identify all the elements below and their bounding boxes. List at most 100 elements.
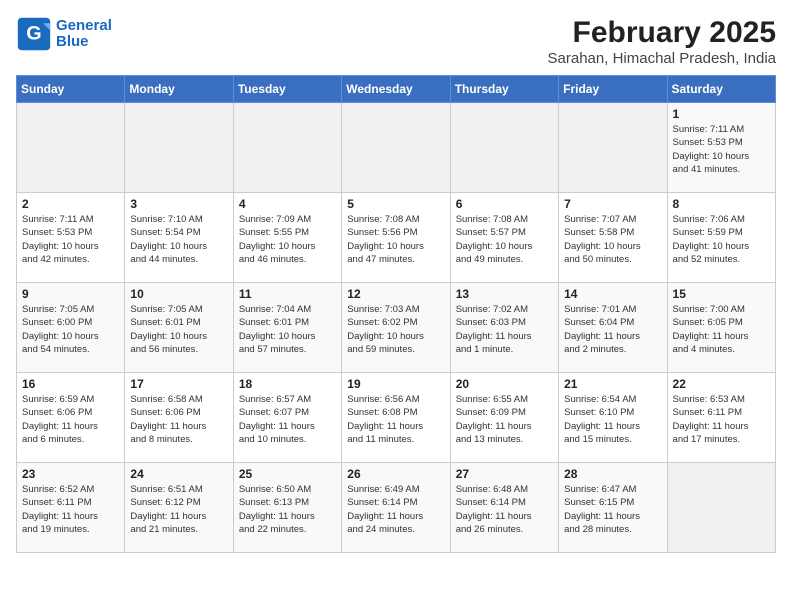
calendar-cell: 2 Sunrise: 7:11 AM Sunset: 5:53 PM Daylig… — [17, 193, 125, 283]
day-info: Sunrise: 6:51 AM Sunset: 6:12 PM Dayligh… — [130, 483, 227, 536]
day-info: Sunrise: 6:56 AM Sunset: 6:08 PM Dayligh… — [347, 393, 444, 446]
calendar-cell: 24 Sunrise: 6:51 AM Sunset: 6:12 PM Dayli… — [125, 463, 233, 553]
day-info: Sunrise: 7:08 AM Sunset: 5:56 PM Dayligh… — [347, 213, 444, 266]
day-number: 16 — [22, 377, 119, 391]
calendar-body: 1 Sunrise: 7:11 AM Sunset: 5:53 PM Daylig… — [17, 103, 776, 553]
calendar-cell: 19 Sunrise: 6:56 AM Sunset: 6:08 PM Dayli… — [342, 373, 450, 463]
calendar-cell: 3 Sunrise: 7:10 AM Sunset: 5:54 PM Daylig… — [125, 193, 233, 283]
day-number: 7 — [564, 197, 661, 211]
day-number: 3 — [130, 197, 227, 211]
day-info: Sunrise: 7:00 AM Sunset: 6:05 PM Dayligh… — [673, 303, 770, 356]
day-header-tuesday: Tuesday — [233, 76, 341, 103]
day-info: Sunrise: 7:05 AM Sunset: 6:00 PM Dayligh… — [22, 303, 119, 356]
logo-icon: G — [16, 16, 52, 52]
calendar-cell: 21 Sunrise: 6:54 AM Sunset: 6:10 PM Dayli… — [559, 373, 667, 463]
day-number: 9 — [22, 287, 119, 301]
calendar-cell: 16 Sunrise: 6:59 AM Sunset: 6:06 PM Dayli… — [17, 373, 125, 463]
calendar-cell: 6 Sunrise: 7:08 AM Sunset: 5:57 PM Daylig… — [450, 193, 558, 283]
day-info: Sunrise: 7:05 AM Sunset: 6:01 PM Dayligh… — [130, 303, 227, 356]
calendar-cell: 11 Sunrise: 7:04 AM Sunset: 6:01 PM Dayli… — [233, 283, 341, 373]
day-info: Sunrise: 7:11 AM Sunset: 5:53 PM Dayligh… — [22, 213, 119, 266]
day-number: 21 — [564, 377, 661, 391]
day-number: 27 — [456, 467, 553, 481]
calendar-cell: 28Sunrise: 6:47 AM Sunset: 6:15 PM Dayli… — [559, 463, 667, 553]
calendar-cell: 10 Sunrise: 7:05 AM Sunset: 6:01 PM Dayli… — [125, 283, 233, 373]
logo: G General Blue — [16, 16, 112, 52]
day-number: 26 — [347, 467, 444, 481]
day-info: Sunrise: 6:52 AM Sunset: 6:11 PM Dayligh… — [22, 483, 119, 536]
calendar-week-row: 2 Sunrise: 7:11 AM Sunset: 5:53 PM Daylig… — [17, 193, 776, 283]
day-info: Sunrise: 7:08 AM Sunset: 5:57 PM Dayligh… — [456, 213, 553, 266]
day-number: 13 — [456, 287, 553, 301]
calendar-week-row: 16 Sunrise: 6:59 AM Sunset: 6:06 PM Dayli… — [17, 373, 776, 463]
day-info: Sunrise: 7:07 AM Sunset: 5:58 PM Dayligh… — [564, 213, 661, 266]
calendar-cell: 14 Sunrise: 7:01 AM Sunset: 6:04 PM Dayli… — [559, 283, 667, 373]
day-header-sunday: Sunday — [17, 76, 125, 103]
day-info: Sunrise: 7:01 AM Sunset: 6:04 PM Dayligh… — [564, 303, 661, 356]
calendar-header-row: SundayMondayTuesdayWednesdayThursdayFrid… — [17, 76, 776, 103]
day-info: Sunrise: 6:53 AM Sunset: 6:11 PM Dayligh… — [673, 393, 770, 446]
day-number: 18 — [239, 377, 336, 391]
day-number: 10 — [130, 287, 227, 301]
day-number: 6 — [456, 197, 553, 211]
day-info: Sunrise: 6:54 AM Sunset: 6:10 PM Dayligh… — [564, 393, 661, 446]
logo-text-general: General — [56, 17, 112, 34]
day-header-friday: Friday — [559, 76, 667, 103]
calendar-week-row: 23 Sunrise: 6:52 AM Sunset: 6:11 PM Dayli… — [17, 463, 776, 553]
calendar-cell: 8Sunrise: 7:06 AM Sunset: 5:59 PM Daylig… — [667, 193, 775, 283]
day-info: Sunrise: 7:03 AM Sunset: 6:02 PM Dayligh… — [347, 303, 444, 356]
day-number: 19 — [347, 377, 444, 391]
calendar-cell: 1 Sunrise: 7:11 AM Sunset: 5:53 PM Daylig… — [667, 103, 775, 193]
svg-text:G: G — [26, 22, 41, 44]
calendar-cell: 17Sunrise: 6:58 AM Sunset: 6:06 PM Dayli… — [125, 373, 233, 463]
day-number: 8 — [673, 197, 770, 211]
day-number: 11 — [239, 287, 336, 301]
day-info: Sunrise: 7:11 AM Sunset: 5:53 PM Dayligh… — [673, 123, 770, 176]
calendar-cell: 13 Sunrise: 7:02 AM Sunset: 6:03 PM Dayli… — [450, 283, 558, 373]
day-info: Sunrise: 7:02 AM Sunset: 6:03 PM Dayligh… — [456, 303, 553, 356]
calendar-table: SundayMondayTuesdayWednesdayThursdayFrid… — [16, 75, 776, 553]
day-info: Sunrise: 7:10 AM Sunset: 5:54 PM Dayligh… — [130, 213, 227, 266]
calendar-cell: 27 Sunrise: 6:48 AM Sunset: 6:14 PM Dayli… — [450, 463, 558, 553]
calendar-cell — [125, 103, 233, 193]
day-info: Sunrise: 6:47 AM Sunset: 6:15 PM Dayligh… — [564, 483, 661, 536]
calendar-cell: 7 Sunrise: 7:07 AM Sunset: 5:58 PM Daylig… — [559, 193, 667, 283]
day-number: 12 — [347, 287, 444, 301]
calendar-cell: 22 Sunrise: 6:53 AM Sunset: 6:11 PM Dayli… — [667, 373, 775, 463]
day-number: 5 — [347, 197, 444, 211]
day-info: Sunrise: 6:55 AM Sunset: 6:09 PM Dayligh… — [456, 393, 553, 446]
calendar-cell: 23 Sunrise: 6:52 AM Sunset: 6:11 PM Dayli… — [17, 463, 125, 553]
day-number: 22 — [673, 377, 770, 391]
day-number: 23 — [22, 467, 119, 481]
day-number: 1 — [673, 107, 770, 121]
calendar-cell — [559, 103, 667, 193]
day-info: Sunrise: 6:48 AM Sunset: 6:14 PM Dayligh… — [456, 483, 553, 536]
day-number: 15 — [673, 287, 770, 301]
calendar-title: February 2025 — [548, 16, 776, 50]
day-number: 4 — [239, 197, 336, 211]
calendar-cell: 26 Sunrise: 6:49 AM Sunset: 6:14 PM Dayli… — [342, 463, 450, 553]
day-number: 14 — [564, 287, 661, 301]
calendar-cell — [450, 103, 558, 193]
day-header-saturday: Saturday — [667, 76, 775, 103]
day-number: 2 — [22, 197, 119, 211]
calendar-cell: 20Sunrise: 6:55 AM Sunset: 6:09 PM Dayli… — [450, 373, 558, 463]
day-info: Sunrise: 7:09 AM Sunset: 5:55 PM Dayligh… — [239, 213, 336, 266]
calendar-cell: 18 Sunrise: 6:57 AM Sunset: 6:07 PM Dayli… — [233, 373, 341, 463]
day-header-thursday: Thursday — [450, 76, 558, 103]
day-info: Sunrise: 6:49 AM Sunset: 6:14 PM Dayligh… — [347, 483, 444, 536]
day-info: Sunrise: 7:04 AM Sunset: 6:01 PM Dayligh… — [239, 303, 336, 356]
calendar-cell — [233, 103, 341, 193]
day-info: Sunrise: 6:50 AM Sunset: 6:13 PM Dayligh… — [239, 483, 336, 536]
page-header: G General Blue February 2025 Sarahan, Hi… — [16, 16, 776, 67]
day-header-monday: Monday — [125, 76, 233, 103]
day-info: Sunrise: 6:59 AM Sunset: 6:06 PM Dayligh… — [22, 393, 119, 446]
calendar-week-row: 9 Sunrise: 7:05 AM Sunset: 6:00 PM Daylig… — [17, 283, 776, 373]
day-info: Sunrise: 6:57 AM Sunset: 6:07 PM Dayligh… — [239, 393, 336, 446]
calendar-cell: 25Sunrise: 6:50 AM Sunset: 6:13 PM Dayli… — [233, 463, 341, 553]
day-number: 24 — [130, 467, 227, 481]
calendar-cell — [17, 103, 125, 193]
calendar-subtitle: Sarahan, Himachal Pradesh, India — [548, 50, 776, 67]
calendar-cell: 4 Sunrise: 7:09 AM Sunset: 5:55 PM Daylig… — [233, 193, 341, 283]
day-info: Sunrise: 6:58 AM Sunset: 6:06 PM Dayligh… — [130, 393, 227, 446]
